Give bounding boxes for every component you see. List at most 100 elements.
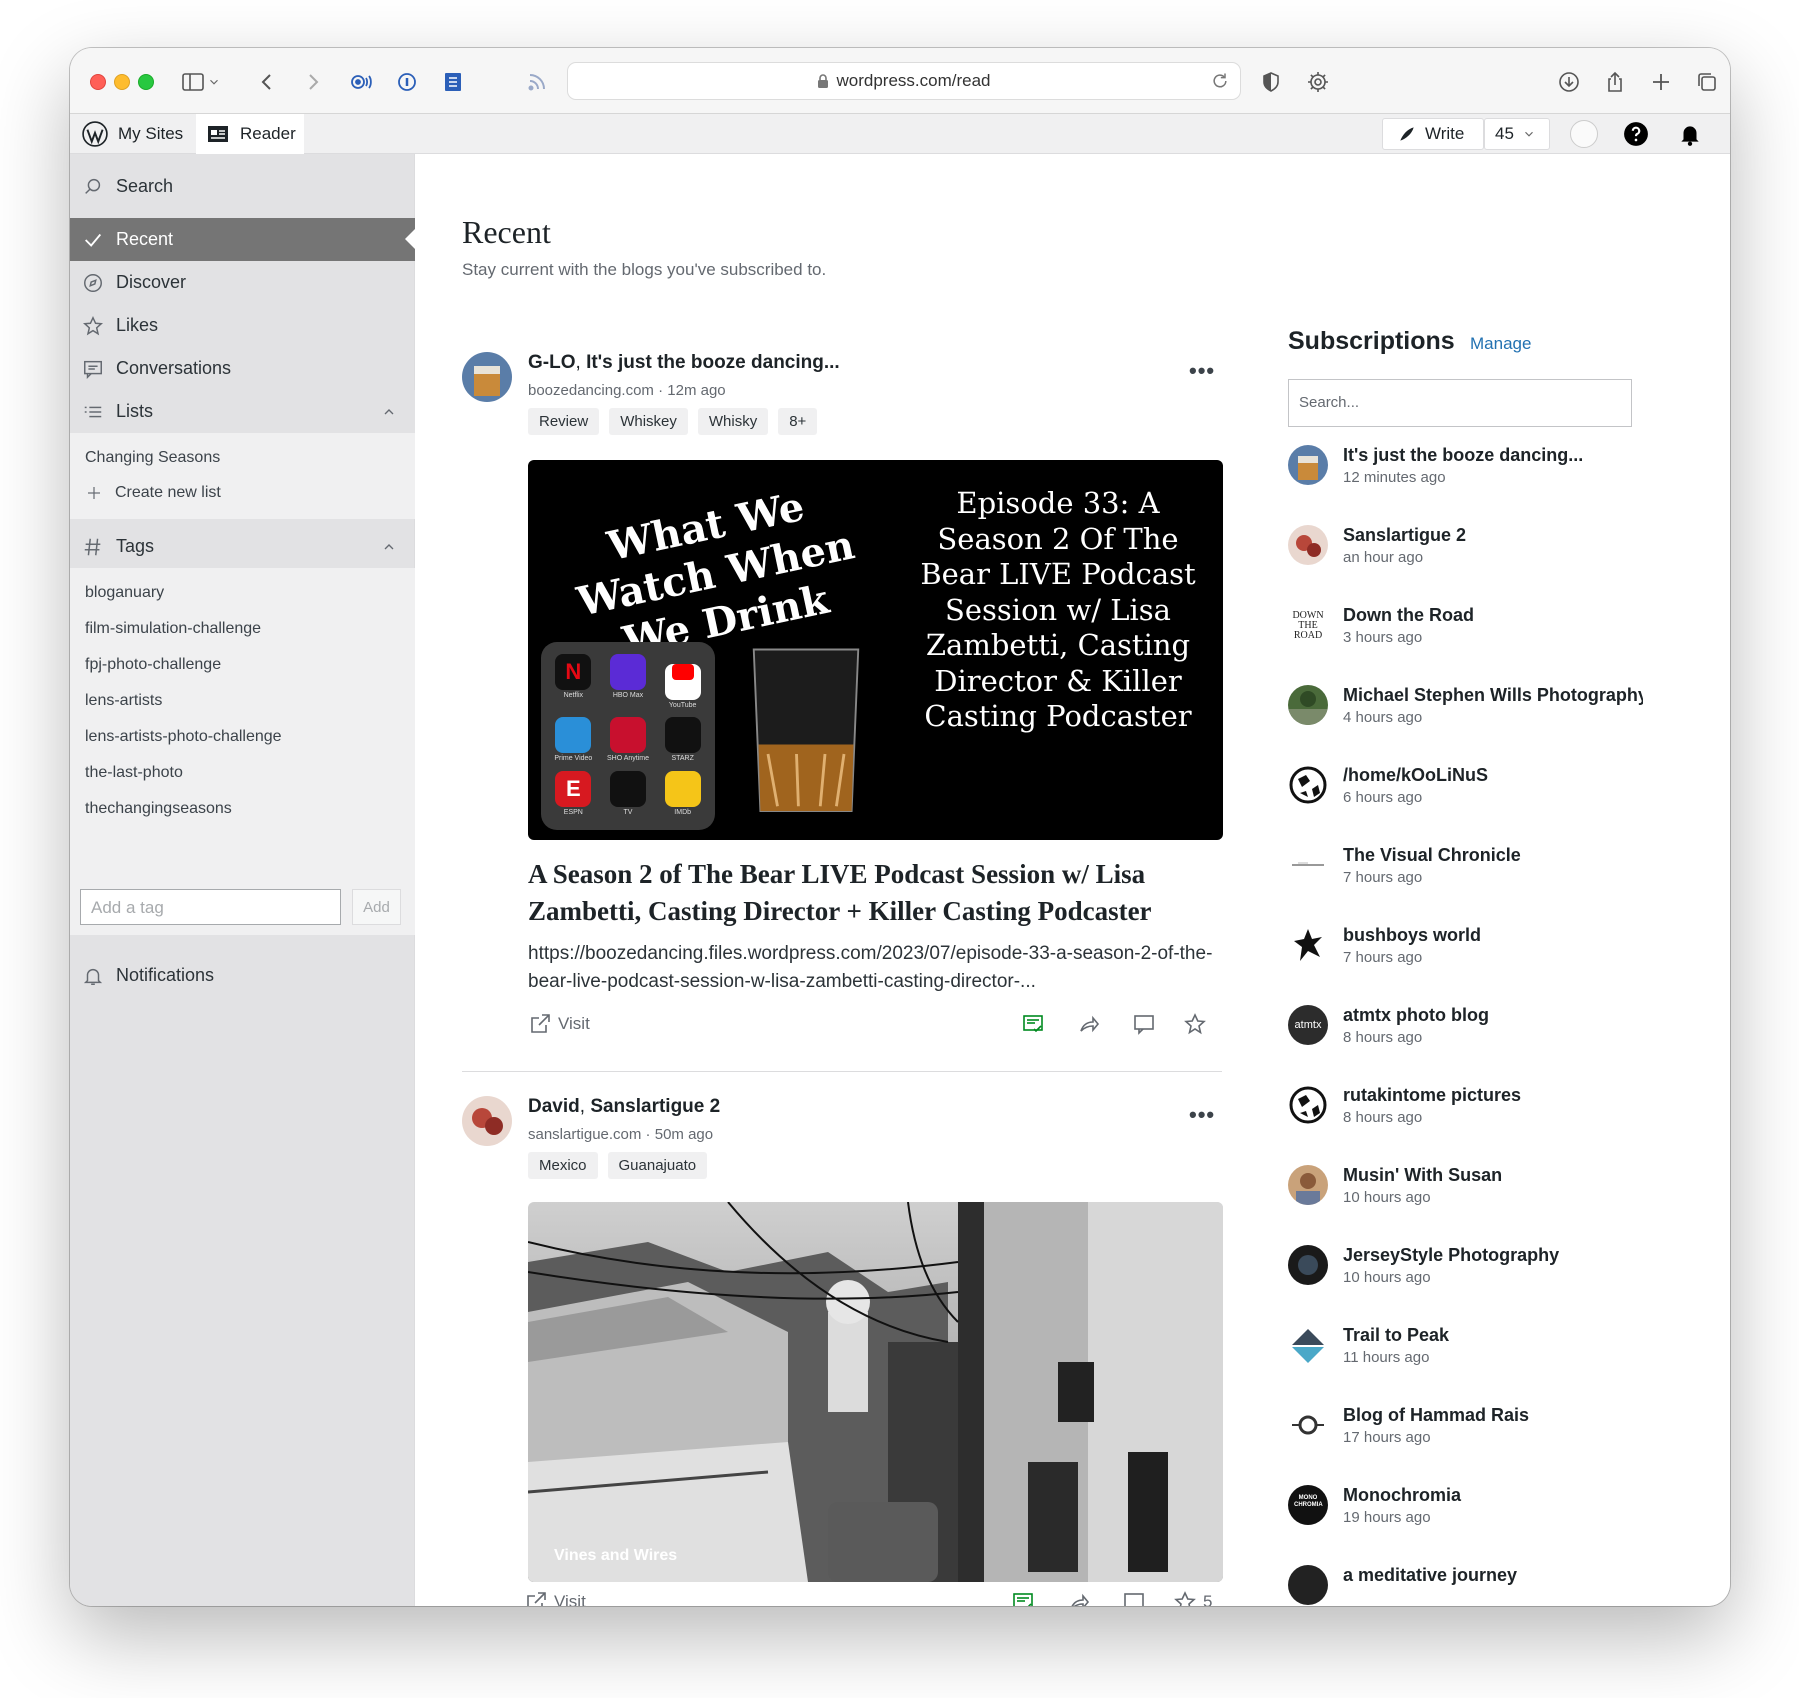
help-icon[interactable] (1623, 114, 1649, 154)
subscription-item[interactable]: JerseyStyle Photography 10 hours ago (1288, 1241, 1638, 1297)
chevron-up-icon[interactable] (381, 539, 397, 555)
globe-avatar-icon (1288, 1085, 1328, 1125)
post-byline[interactable]: G-LO, It's just the booze dancing... (528, 352, 840, 374)
sidebar-recent-label: Recent (116, 229, 174, 249)
share-icon[interactable] (1077, 1012, 1101, 1036)
post-tag[interactable]: Whisky (697, 408, 769, 435)
compass-icon (80, 270, 106, 296)
subscription-item[interactable]: Trail to Peak 11 hours ago (1288, 1321, 1638, 1377)
whiskey-glass-image (752, 648, 860, 812)
post-tag[interactable]: Review (528, 408, 600, 435)
list-item-changing-seasons[interactable]: Changing Seasons (85, 449, 220, 467)
subscription-item[interactable]: Musin' With Susan 10 hours ago (1288, 1161, 1638, 1217)
post-byline[interactable]: David, Sanslartigue 2 (528, 1096, 720, 1118)
sidebar-item-tags[interactable]: Tags (70, 525, 415, 568)
sidebar-item-conversations[interactable]: Conversations (70, 347, 415, 390)
add-tag-button[interactable]: Add (352, 889, 401, 925)
tag-item[interactable]: film-simulation-challenge (85, 620, 261, 638)
profile-avatar[interactable] (1570, 114, 1598, 154)
tag-item[interactable]: lens-artists-photo-challenge (85, 728, 282, 746)
tag-item[interactable]: thechangingseasons (85, 800, 232, 818)
extension-audio-icon[interactable] (346, 67, 376, 97)
tag-item[interactable]: lens-artists (85, 692, 162, 710)
reload-icon[interactable] (1210, 71, 1230, 91)
post-domain[interactable]: boozedancing.com (528, 382, 654, 399)
subscription-item[interactable]: The Visual Chronicle 7 hours ago (1288, 841, 1638, 897)
subscribe-icon[interactable] (1021, 1012, 1045, 1036)
share-icon[interactable] (1067, 1590, 1091, 1606)
like-button[interactable]: 5 (1173, 1590, 1212, 1606)
post-tag[interactable]: Guanajuato (607, 1152, 708, 1179)
visit-link[interactable]: Visit (528, 1012, 590, 1036)
zoom-window-button[interactable] (138, 74, 154, 90)
subscription-item[interactable]: It's just the booze dancing... 12 minute… (1288, 441, 1638, 497)
subscription-item[interactable]: /home/kOoLiNuS 6 hours ago (1288, 761, 1638, 817)
manage-subscriptions-link[interactable]: Manage (1470, 334, 1531, 354)
rss-icon[interactable] (522, 67, 552, 97)
sidebar-search[interactable]: Search (70, 165, 415, 208)
subscribe-icon[interactable] (1011, 1590, 1035, 1606)
tag-item[interactable]: bloganuary (85, 584, 164, 602)
author-avatar[interactable] (462, 1096, 512, 1146)
subscription-item[interactable]: rutakintome pictures 8 hours ago (1288, 1081, 1638, 1137)
privacy-shield-icon[interactable] (1256, 67, 1286, 97)
tag-item[interactable]: the-last-photo (85, 764, 183, 782)
subscription-item[interactable]: Sanslartigue 2 an hour ago (1288, 521, 1638, 577)
add-tag-input[interactable]: Add a tag (80, 889, 341, 925)
subscription-item[interactable]: Blog of Hammad Rais 17 hours ago (1288, 1401, 1638, 1457)
sidebar-item-lists[interactable]: Lists (70, 390, 415, 433)
subscription-item[interactable]: bushboys world 7 hours ago (1288, 921, 1638, 977)
post-title[interactable]: A Season 2 of The Bear LIVE Podcast Sess… (528, 856, 1228, 930)
notifications-bell-icon[interactable] (1677, 114, 1703, 154)
my-sites-link[interactable]: My Sites (82, 114, 183, 154)
download-icon[interactable] (1554, 67, 1584, 97)
checkmark-icon (80, 227, 106, 253)
like-star-icon[interactable] (1183, 1012, 1207, 1036)
sidebar-item-discover[interactable]: Discover (70, 261, 415, 304)
post-tag[interactable]: Whiskey (609, 408, 688, 435)
chevron-down-icon[interactable] (204, 67, 224, 97)
new-tab-icon[interactable] (1646, 67, 1676, 97)
sidebar-item-likes[interactable]: Likes (70, 304, 415, 347)
subscription-item[interactable]: Michael Stephen Wills Photography 4 hour… (1288, 681, 1643, 737)
post-tag[interactable]: Mexico (528, 1152, 598, 1179)
close-window-button[interactable] (90, 74, 106, 90)
create-new-list-link[interactable]: Create new list (85, 484, 221, 502)
address-bar[interactable]: wordpress.com/read (567, 62, 1241, 100)
gear-icon[interactable] (1303, 67, 1333, 97)
post-featured-image[interactable]: What We Watch When We Drink N Netflix HBO… (528, 460, 1223, 840)
tag-item[interactable]: fpj-photo-challenge (85, 656, 221, 674)
sidebar-item-recent[interactable]: Recent (70, 218, 415, 261)
subscription-item[interactable]: MONO CHROMIA Monochromia 19 hours ago (1288, 1481, 1638, 1537)
subscription-item[interactable]: a meditative journey (1288, 1561, 1638, 1606)
reader-extension-icon[interactable] (438, 67, 468, 97)
visit-link[interactable]: Visit (524, 1590, 586, 1606)
subscription-time: 4 hours ago (1343, 709, 1423, 726)
post-domain[interactable]: sanslartigue.com (528, 1126, 641, 1143)
forward-icon[interactable] (298, 67, 328, 97)
reader-link[interactable]: Reader (196, 114, 304, 154)
count-dropdown[interactable]: 45 (1484, 118, 1550, 150)
password-manager-icon[interactable] (392, 67, 422, 97)
share-icon[interactable] (1600, 67, 1630, 97)
sidebar-item-notifications[interactable]: Notifications (70, 954, 415, 997)
subscriptions-search-input[interactable]: Search... (1288, 379, 1632, 427)
back-icon[interactable] (252, 67, 282, 97)
write-button[interactable]: Write (1382, 118, 1484, 150)
post-tag[interactable]: 8+ (778, 408, 818, 435)
apps-grid: N Netflix HBO Max YouTube Prime Video SHO… (541, 642, 715, 830)
more-options-icon[interactable]: ••• (1189, 1102, 1215, 1128)
author-avatar[interactable] (462, 352, 512, 402)
lists-panel: Changing Seasons Create new list (70, 433, 415, 519)
chevron-up-icon[interactable] (381, 404, 397, 420)
more-options-icon[interactable]: ••• (1189, 358, 1215, 384)
post-featured-image[interactable]: Vines and Wires (528, 1202, 1223, 1582)
tab-overview-icon[interactable] (1692, 67, 1722, 97)
subscription-item[interactable]: atmtx atmtx photo blog 8 hours ago (1288, 1001, 1638, 1057)
my-sites-label: My Sites (118, 124, 184, 143)
like-star-icon (1174, 1591, 1196, 1606)
comment-icon[interactable] (1122, 1590, 1146, 1606)
subscription-item[interactable]: DOWN THE ROAD Down the Road 3 hours ago (1288, 601, 1638, 657)
comment-icon[interactable] (1132, 1012, 1156, 1036)
minimize-window-button[interactable] (114, 74, 130, 90)
